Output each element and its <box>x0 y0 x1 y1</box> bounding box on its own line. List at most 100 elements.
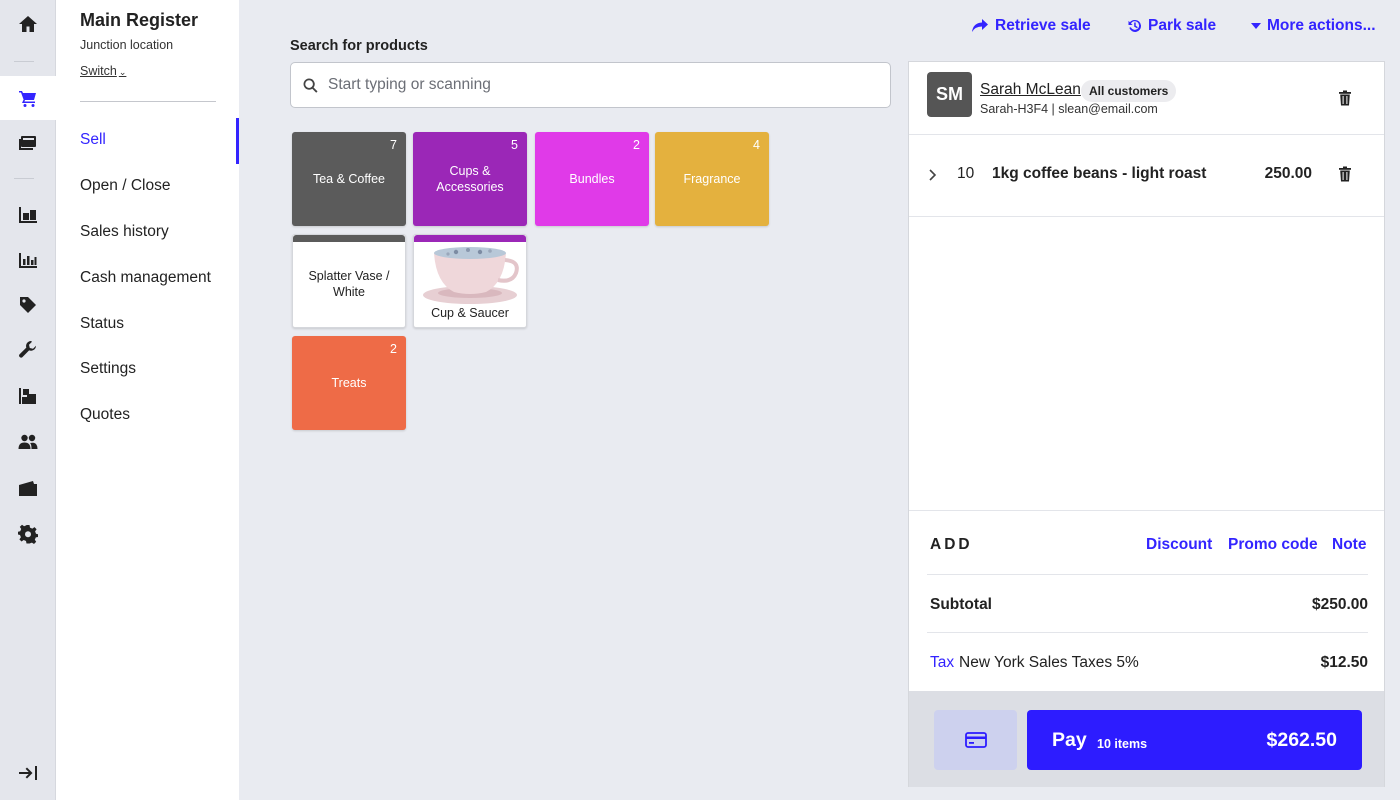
retrieve-sale-label: Retrieve sale <box>995 17 1091 34</box>
rail-folder[interactable] <box>0 466 56 510</box>
tile-bundles[interactable]: 2 Bundles <box>535 132 649 226</box>
trash-icon <box>1339 166 1351 182</box>
rail-home[interactable] <box>0 2 56 46</box>
retrieve-sale-button[interactable]: Retrieve sale <box>971 17 1091 35</box>
tile-tea-coffee[interactable]: 7 Tea & Coffee <box>292 132 406 226</box>
nav-item-open-close[interactable]: Open / Close <box>80 177 170 195</box>
tile-label: Cups & Accessories <box>436 164 504 194</box>
remove-customer-button[interactable] <box>1338 90 1352 106</box>
rail-divider <box>14 61 34 62</box>
side-nav: Main Register Junction location Switch ⌄ … <box>56 0 239 800</box>
rail-register[interactable] <box>0 121 56 165</box>
totals-section: ADD Discount Promo code Note Subtotal $2… <box>909 510 1384 691</box>
more-actions-label: More actions... <box>1267 17 1376 34</box>
pay-bar: Pay 10 items $262.50 <box>909 691 1384 787</box>
tax-value: $12.50 <box>1320 654 1368 671</box>
subtotal-value: $250.00 <box>1311 596 1368 613</box>
products-icon <box>19 388 36 404</box>
nav-item-cash-management[interactable]: Cash management <box>80 269 211 287</box>
nav-active-indicator <box>236 118 239 164</box>
note-link[interactable]: Note <box>1332 536 1366 554</box>
park-sale-button[interactable]: Park sale <box>1128 17 1216 35</box>
tile-color-bar <box>293 235 405 242</box>
rail-setup[interactable] <box>0 328 56 372</box>
tile-cups-accessories[interactable]: 5 Cups & Accessories <box>413 132 527 226</box>
rail-divider <box>14 178 34 179</box>
register-icon <box>19 136 36 150</box>
product-image <box>414 242 526 308</box>
register-location: Junction location <box>80 38 174 52</box>
remove-line-button[interactable] <box>1338 166 1352 182</box>
customer-name-link[interactable]: Sarah McLean <box>980 81 1081 99</box>
rail-customers[interactable] <box>0 420 56 464</box>
tile-fragrance[interactable]: 4 Fragrance <box>655 132 769 226</box>
rail-tags[interactable] <box>0 283 56 327</box>
add-row: ADD Discount Promo code Note <box>927 511 1368 575</box>
search-input[interactable] <box>328 76 868 94</box>
tax-row: Tax New York Sales Taxes 5% $12.50 <box>927 633 1368 691</box>
chevron-right-icon <box>929 169 937 181</box>
folder-icon <box>19 481 37 496</box>
chevron-down-icon: ⌄ <box>118 67 127 77</box>
pay-button[interactable]: Pay 10 items $262.50 <box>1027 710 1362 770</box>
gear-icon <box>18 524 38 544</box>
nav-divider <box>80 101 216 102</box>
tile-count: 2 <box>390 342 397 356</box>
tile-treats[interactable]: 2 Treats <box>292 336 406 430</box>
tile-label: Fragrance <box>683 172 741 186</box>
expand-line-button[interactable] <box>927 168 939 182</box>
tile-count: 5 <box>511 138 518 152</box>
line-item-price[interactable]: 250.00 <box>1265 165 1312 183</box>
rail-settings[interactable] <box>0 512 56 556</box>
wrench-icon <box>19 341 36 358</box>
rail-collapse[interactable] <box>0 751 56 795</box>
customer-row: SM Sarah McLean All customers Sarah-H3F4… <box>909 62 1384 135</box>
tax-link[interactable]: Tax <box>930 654 954 672</box>
nav-item-sales-history[interactable]: Sales history <box>80 223 169 241</box>
icon-rail <box>0 0 56 800</box>
tile-count: 2 <box>633 138 640 152</box>
line-item: 10 1kg coffee beans - light roast 250.00 <box>909 135 1384 217</box>
nav-item-settings[interactable]: Settings <box>80 360 136 378</box>
nav-item-quotes[interactable]: Quotes <box>80 406 130 424</box>
tile-splatter-vase[interactable]: Splatter Vase / White <box>292 234 406 328</box>
tag-icon <box>20 297 36 313</box>
tile-color-bar <box>414 235 526 242</box>
teacup-image <box>423 247 519 304</box>
avatar: SM <box>927 72 972 117</box>
rail-inventory[interactable] <box>0 193 56 237</box>
tile-label: Splatter Vase / White <box>308 269 390 299</box>
tile-label: Cup & Saucer <box>431 306 509 320</box>
promo-code-link[interactable]: Promo code <box>1228 536 1318 554</box>
add-label: ADD <box>930 536 973 553</box>
search-icon <box>303 77 318 93</box>
tile-label: Bundles <box>569 172 615 186</box>
switch-label: Switch <box>80 64 117 78</box>
park-sale-label: Park sale <box>1148 17 1217 34</box>
register-title: Main Register <box>80 10 199 30</box>
customers-icon <box>18 434 38 449</box>
switch-register-link[interactable]: Switch ⌄ <box>80 64 126 78</box>
more-actions-button[interactable]: More actions... <box>1251 17 1376 35</box>
card-payment-button[interactable] <box>934 710 1017 770</box>
forward-arrow-icon <box>972 19 988 32</box>
tile-label: Tea & Coffee <box>312 172 386 186</box>
nav-item-status[interactable]: Status <box>80 315 124 333</box>
customer-details: Sarah-H3F4 | slean@email.com <box>980 102 1158 116</box>
caret-down-icon <box>1251 23 1261 29</box>
rail-reports[interactable] <box>0 238 56 282</box>
discount-link[interactable]: Discount <box>1146 536 1212 554</box>
rail-sell[interactable] <box>0 76 56 120</box>
rail-products[interactable] <box>0 374 56 418</box>
tile-label: Treats <box>331 376 367 390</box>
customer-group-badge: All customers <box>1081 80 1177 102</box>
line-item-quantity[interactable]: 10 <box>957 165 974 183</box>
nav-item-sell[interactable]: Sell <box>80 131 106 149</box>
tile-cup-saucer[interactable]: Cup & Saucer <box>413 234 527 328</box>
home-icon <box>19 16 37 32</box>
subtotal-row: Subtotal $250.00 <box>927 575 1368 633</box>
credit-card-icon <box>964 732 987 748</box>
tax-name: New York Sales Taxes 5% <box>959 654 1139 671</box>
subtotal-label: Subtotal <box>930 596 992 613</box>
tile-count: 4 <box>753 138 760 152</box>
